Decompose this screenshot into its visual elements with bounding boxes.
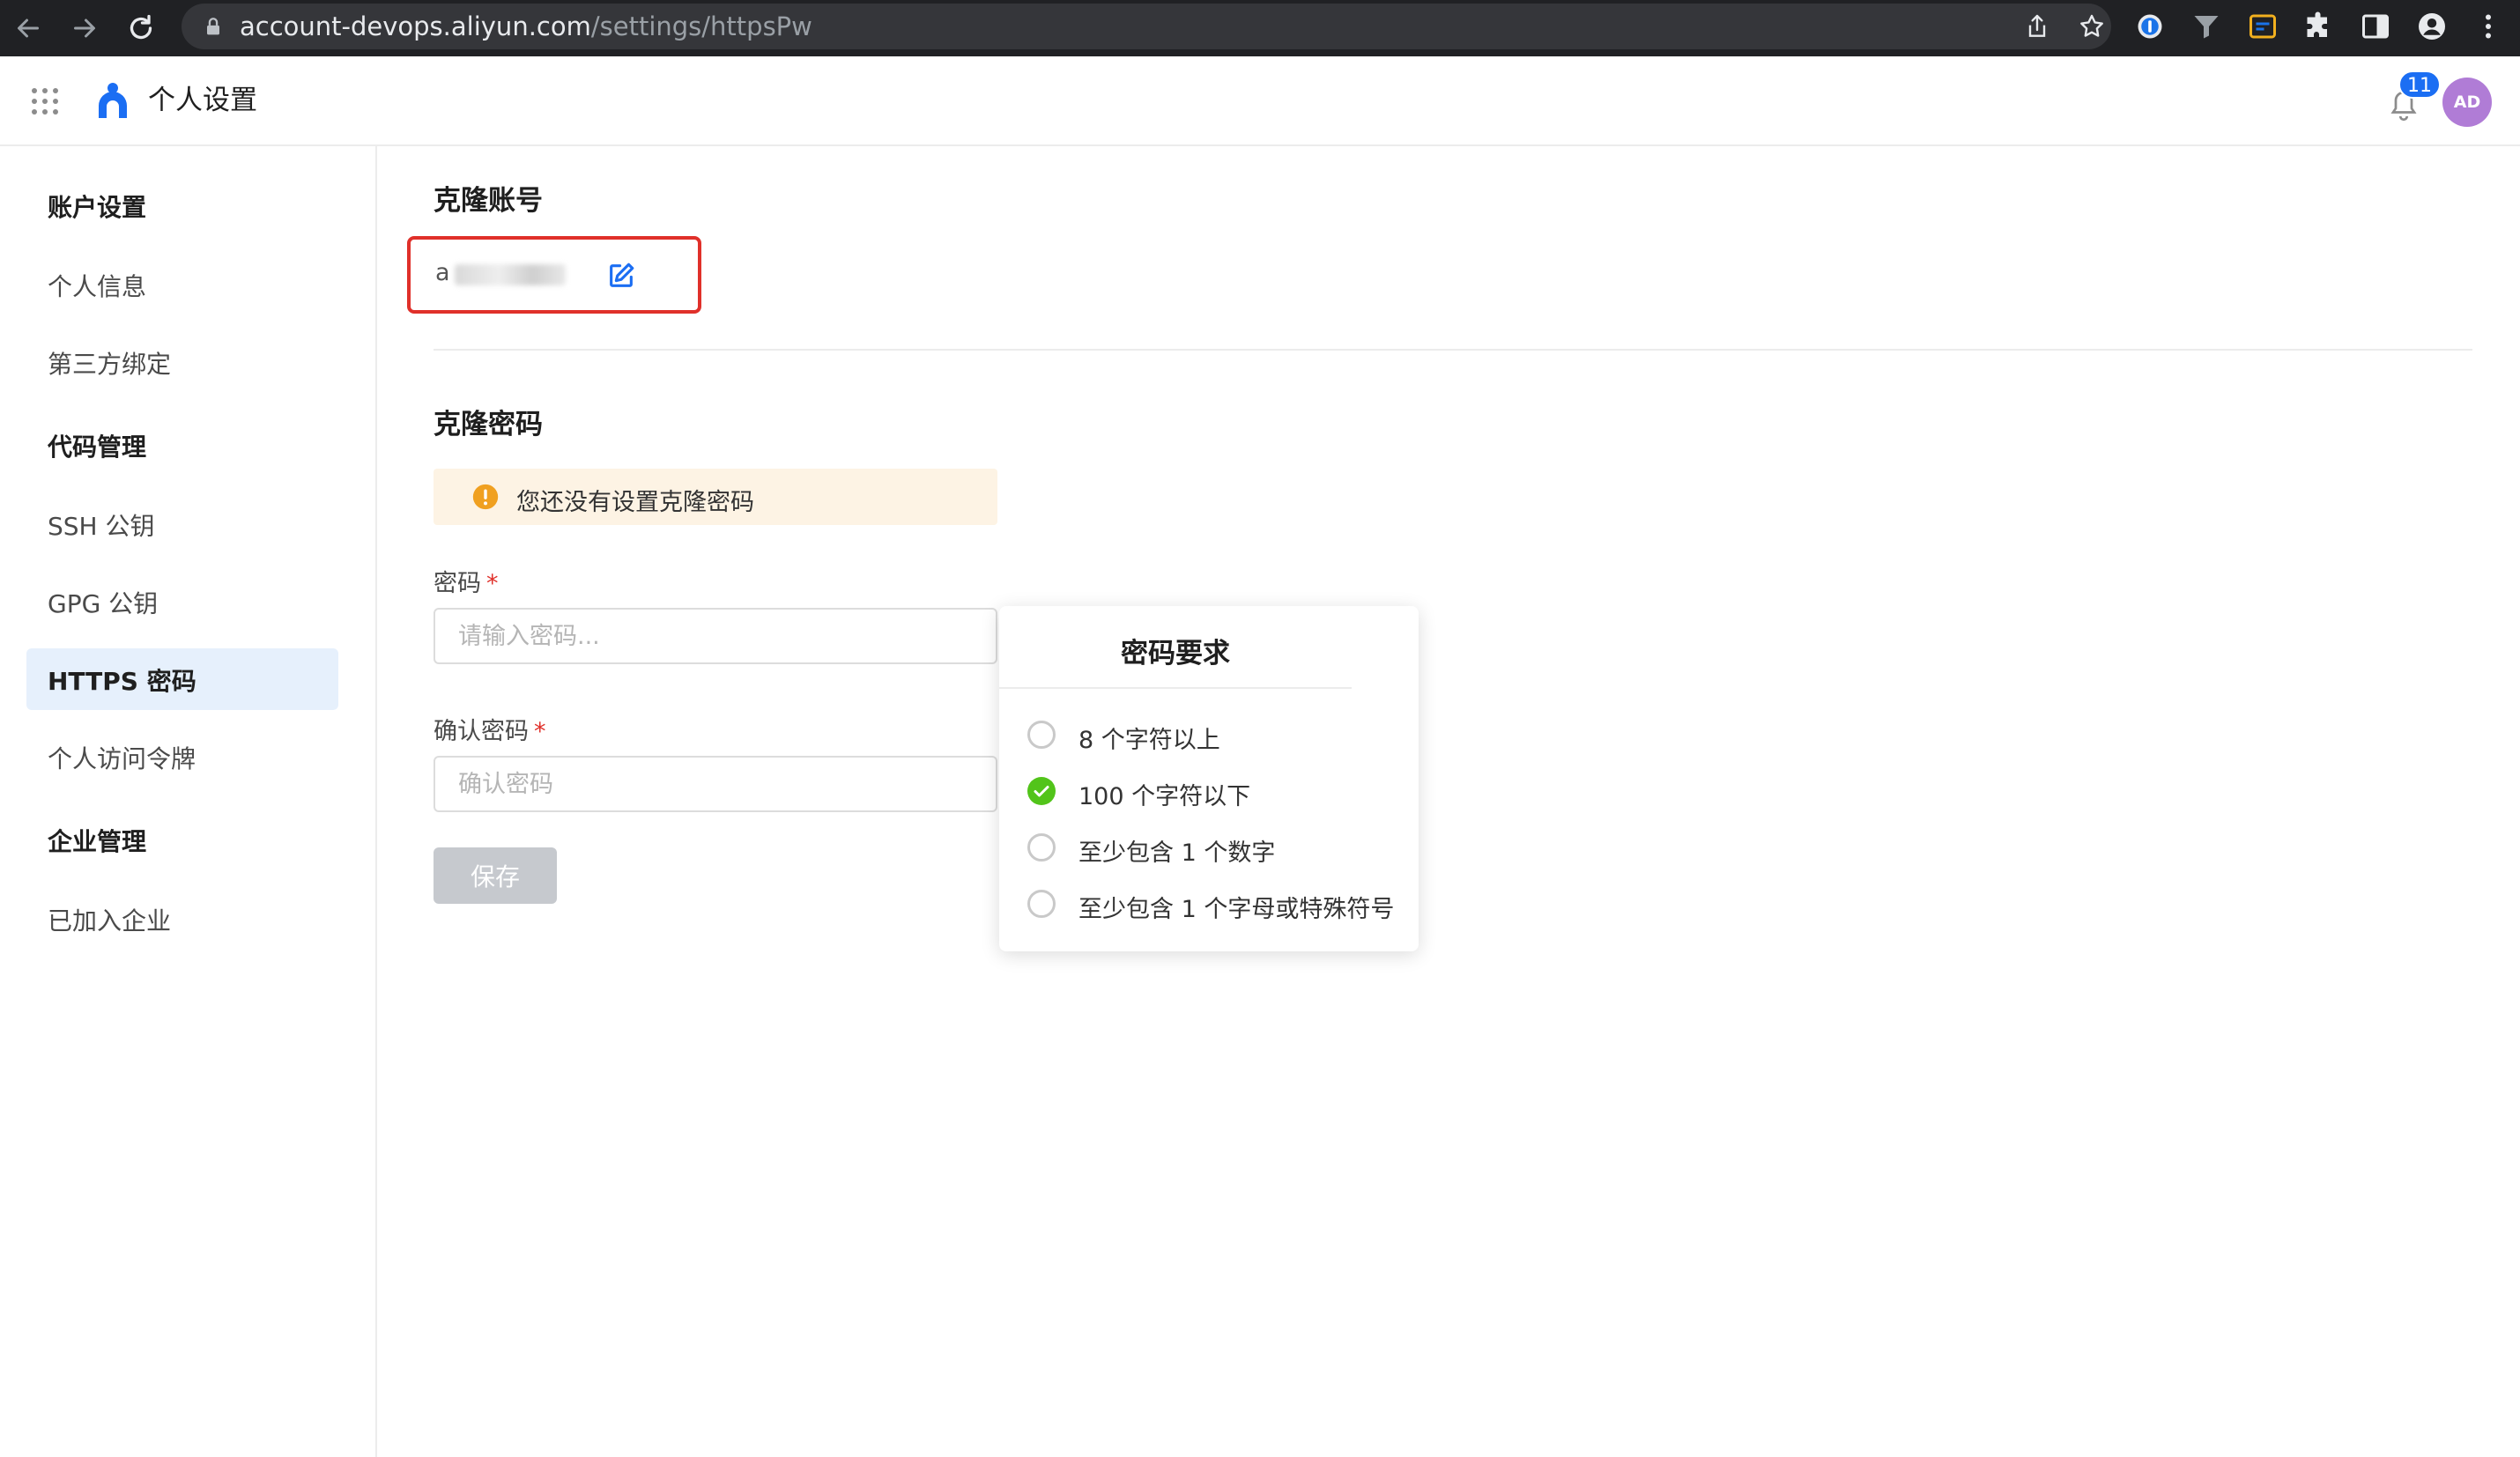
- no-password-warning: 您还没有设置克隆密码: [434, 469, 997, 525]
- address-bar[interactable]: account-devops.aliyun.com/settings/https…: [182, 4, 2111, 49]
- devops-logo-icon: [95, 81, 130, 120]
- sidebar-heading-code: 代码管理: [48, 433, 147, 462]
- clone-account-highlight: a: [407, 236, 701, 314]
- confirm-password-label: 确认密码 *: [434, 712, 546, 746]
- sidebar-item-label: HTTPS 密码: [48, 667, 196, 696]
- lock-icon[interactable]: [201, 14, 226, 39]
- required-asterisk: *: [486, 570, 499, 597]
- warning-text: 您还没有设置克隆密码: [516, 489, 754, 516]
- url-path: /settings/httpsPw: [590, 11, 812, 41]
- popover-divider: [999, 687, 1352, 689]
- bookmark-star-icon[interactable]: [2078, 12, 2106, 41]
- confirm-password-input[interactable]: [434, 756, 997, 812]
- sidebar-item-https-password[interactable]: HTTPS 密码: [26, 648, 338, 710]
- unchecked-circle-icon: [1027, 721, 1056, 749]
- url-host: account-devops.aliyun.com: [240, 11, 591, 41]
- app-grid-icon[interactable]: [30, 86, 60, 116]
- unchecked-circle-icon: [1027, 890, 1056, 918]
- warning-icon: [471, 482, 500, 512]
- password-requirements-popover: 密码要求 8 个字符以上 100 个字符以下 至少包含 1 个数字 至少包含 1…: [999, 606, 1419, 951]
- user-avatar[interactable]: AD: [2442, 78, 2492, 127]
- clone-password-title: 克隆密码: [434, 409, 543, 440]
- password-label: 密码 *: [434, 564, 499, 598]
- side-panel-icon[interactable]: [2360, 11, 2391, 42]
- puzzle-extensions-icon[interactable]: [2303, 11, 2335, 42]
- page-title: 个人设置: [148, 85, 257, 116]
- settings-sidebar: 账户设置 个人信息 第三方绑定 代码管理 SSH 公钥 GPG 公钥 HTTPS…: [0, 146, 377, 1457]
- notification-badge[interactable]: 11: [2398, 70, 2441, 99]
- url-text[interactable]: account-devops.aliyun.com/settings/https…: [240, 4, 812, 49]
- sidebar-item-third-party[interactable]: 第三方绑定: [48, 345, 171, 381]
- requirement-text: 8 个字符以上: [1078, 727, 1220, 754]
- sidebar-item-ssh-key[interactable]: SSH 公钥: [48, 507, 155, 543]
- save-button[interactable]: 保存: [434, 847, 557, 904]
- back-arrow-icon[interactable]: [12, 12, 44, 44]
- share-icon[interactable]: [2023, 12, 2051, 41]
- redacted-account-text: [455, 264, 566, 285]
- clone-account-value: a: [435, 259, 450, 286]
- more-menu-icon[interactable]: [2472, 11, 2504, 42]
- sidebar-item-profile[interactable]: 个人信息: [48, 268, 146, 303]
- sidebar-item-joined-enterprise[interactable]: 已加入企业: [48, 902, 171, 937]
- check-circle-icon: [1027, 777, 1056, 805]
- popover-title: 密码要求: [1121, 638, 1230, 669]
- translate-extension-icon[interactable]: [2247, 11, 2279, 42]
- requirement-text: 至少包含 1 个数字: [1078, 839, 1276, 867]
- clone-account-title: 克隆账号: [434, 185, 543, 217]
- forward-arrow-icon[interactable]: [69, 12, 100, 44]
- required-asterisk: *: [534, 718, 546, 745]
- sidebar-item-gpg-key[interactable]: GPG 公钥: [48, 585, 158, 620]
- edit-icon[interactable]: [606, 261, 636, 291]
- unchecked-circle-icon: [1027, 833, 1056, 862]
- sidebar-item-access-token[interactable]: 个人访问令牌: [48, 740, 196, 775]
- requirement-text: 至少包含 1 个字母或特殊符号: [1078, 896, 1395, 923]
- requirement-text: 100 个字符以下: [1078, 783, 1251, 810]
- sidebar-heading-enterprise: 企业管理: [48, 827, 147, 856]
- password-manager-extension-icon[interactable]: [2134, 11, 2166, 42]
- app-header: 个人设置 11 AD: [0, 56, 2520, 146]
- reload-icon[interactable]: [125, 12, 157, 44]
- section-divider: [434, 349, 2472, 351]
- sidebar-heading-account: 账户设置: [48, 193, 147, 222]
- password-label-text: 密码: [434, 570, 481, 597]
- password-input[interactable]: [434, 608, 997, 664]
- browser-toolbar: account-devops.aliyun.com/settings/https…: [0, 0, 2520, 56]
- profile-icon[interactable]: [2416, 11, 2448, 42]
- filter-extension-icon[interactable]: [2190, 11, 2222, 42]
- confirm-label-text: 确认密码: [434, 718, 529, 745]
